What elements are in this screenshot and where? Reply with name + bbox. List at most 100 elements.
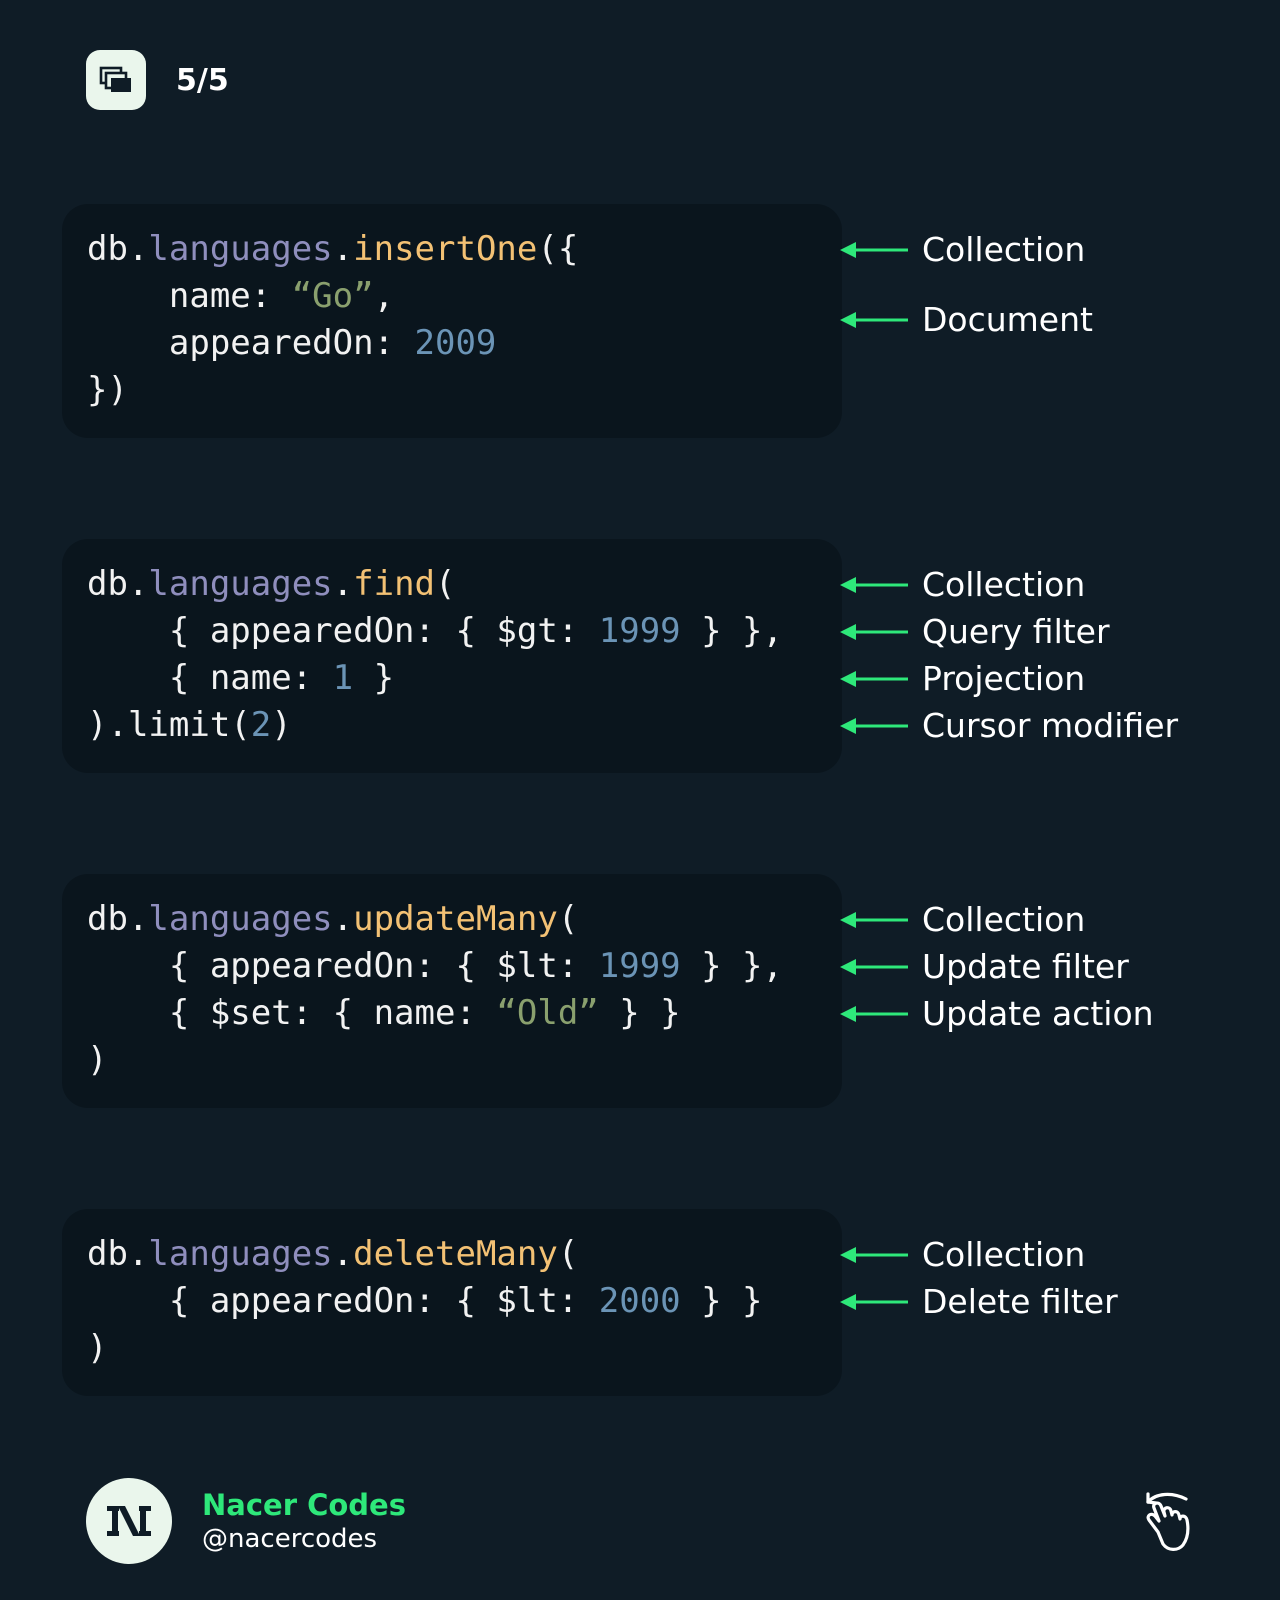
code-token: 1 bbox=[332, 658, 354, 698]
code-line: db.languages.updateMany( bbox=[87, 896, 783, 943]
annotation-label: Collection bbox=[922, 1235, 1086, 1274]
annotation: Collection bbox=[840, 1231, 1085, 1278]
code-token: } }, bbox=[680, 946, 783, 986]
arrow-left-icon bbox=[840, 623, 908, 640]
code-line: { appearedOn: { $lt: 2000 } } bbox=[87, 1278, 763, 1325]
code-token: 1999 bbox=[598, 946, 681, 986]
annotation-label: Delete filter bbox=[922, 1282, 1118, 1321]
code-token: . bbox=[332, 564, 354, 604]
annotation: Collection bbox=[840, 561, 1085, 608]
arrow-left-icon bbox=[840, 670, 908, 687]
code-token: } }, bbox=[680, 611, 783, 651]
code-line: db.languages.deleteMany( bbox=[87, 1231, 763, 1278]
code-token: deleteMany bbox=[353, 1234, 558, 1274]
code-token: languages bbox=[148, 564, 333, 604]
annotation: Collection bbox=[840, 896, 1085, 943]
code-line: ).limit(2) bbox=[87, 702, 783, 749]
annotation: Query filter bbox=[840, 608, 1110, 655]
code-token: ( bbox=[557, 899, 579, 939]
code-token: insertOne bbox=[353, 229, 538, 269]
code-line: { appearedOn: { $lt: 1999 } }, bbox=[87, 943, 783, 990]
annotation: Cursor modifier bbox=[840, 702, 1178, 749]
code-token: } bbox=[353, 658, 395, 698]
code-token: 2 bbox=[250, 705, 272, 745]
code-block: db.languages.find( { appearedOn: { $gt: … bbox=[62, 539, 842, 773]
header: 5/5 bbox=[86, 50, 229, 110]
arrow-left-icon bbox=[840, 958, 908, 975]
code-token: find bbox=[353, 564, 436, 604]
arrow-left-icon bbox=[840, 311, 908, 328]
code-text: db.languages.insertOne({ name: “Go”, app… bbox=[87, 226, 578, 414]
annotation-label: Collection bbox=[922, 230, 1086, 269]
code-token: db. bbox=[87, 1234, 149, 1274]
code-token: { appearedOn: { $lt: bbox=[87, 946, 599, 986]
code-block: db.languages.insertOne({ name: “Go”, app… bbox=[62, 204, 842, 438]
code-line: { name: 1 } bbox=[87, 655, 783, 702]
annotation: Update action bbox=[840, 990, 1154, 1037]
code-token: . bbox=[332, 229, 354, 269]
code-token: languages bbox=[148, 899, 333, 939]
code-block: db.languages.deleteMany( { appearedOn: {… bbox=[62, 1209, 842, 1396]
code-token: ) bbox=[87, 1328, 108, 1368]
swipe-hand-icon[interactable] bbox=[1132, 1488, 1202, 1558]
arrow-left-icon bbox=[840, 1246, 908, 1263]
code-token: ({ bbox=[537, 229, 579, 269]
annotation: Update filter bbox=[840, 943, 1129, 990]
annotation-label: Update filter bbox=[922, 947, 1129, 986]
code-token: } } bbox=[598, 993, 681, 1033]
annotation-label: Query filter bbox=[922, 612, 1110, 651]
code-line: name: “Go”, bbox=[87, 273, 578, 320]
code-token: ( bbox=[557, 1234, 579, 1274]
code-text: db.languages.find( { appearedOn: { $gt: … bbox=[87, 561, 783, 749]
arrow-left-icon bbox=[840, 717, 908, 734]
code-line: { appearedOn: { $gt: 1999 } }, bbox=[87, 608, 783, 655]
code-token: ( bbox=[435, 564, 456, 604]
page-counter: 5/5 bbox=[176, 62, 229, 98]
annotation: Collection bbox=[840, 226, 1085, 273]
code-token: db. bbox=[87, 899, 149, 939]
code-token: 1999 bbox=[598, 611, 681, 651]
annotation-label: Projection bbox=[922, 659, 1086, 698]
code-line: }) bbox=[87, 367, 578, 414]
annotation: Document bbox=[840, 296, 1093, 343]
code-token: ) bbox=[87, 1040, 108, 1080]
code-text: db.languages.updateMany( { appearedOn: {… bbox=[87, 896, 783, 1084]
code-token: , bbox=[373, 276, 395, 316]
avatar bbox=[86, 1478, 172, 1564]
code-token: updateMany bbox=[353, 899, 558, 939]
code-token: . bbox=[332, 899, 354, 939]
code-token: { appearedOn: { $lt: bbox=[87, 1281, 599, 1321]
code-token: 2000 bbox=[598, 1281, 681, 1321]
code-token: appearedOn: bbox=[87, 323, 415, 363]
code-line: ) bbox=[87, 1325, 763, 1372]
code-token: }) bbox=[87, 370, 128, 410]
annotation-label: Collection bbox=[922, 565, 1086, 604]
code-text: db.languages.deleteMany( { appearedOn: {… bbox=[87, 1231, 763, 1372]
code-token: { appearedOn: { $gt: bbox=[87, 611, 599, 651]
code-token: db. bbox=[87, 564, 149, 604]
code-token: languages bbox=[148, 229, 333, 269]
code-token: ).limit( bbox=[87, 705, 251, 745]
code-token: “Go” bbox=[291, 276, 374, 316]
nacer-codes-logo bbox=[107, 1506, 151, 1536]
author-name: Nacer Codes bbox=[202, 1488, 406, 1522]
code-token: ) bbox=[271, 705, 292, 745]
arrow-left-icon bbox=[840, 241, 908, 258]
code-token: name: bbox=[87, 276, 292, 316]
code-line: appearedOn: 2009 bbox=[87, 320, 578, 367]
code-block: db.languages.updateMany( { appearedOn: {… bbox=[62, 874, 842, 1108]
code-token: { $set: { name: bbox=[87, 993, 497, 1033]
code-token: 2009 bbox=[414, 323, 497, 363]
code-line: ) bbox=[87, 1037, 783, 1084]
code-token: { name: bbox=[87, 658, 333, 698]
arrow-left-icon bbox=[840, 1293, 908, 1310]
annotation: Delete filter bbox=[840, 1278, 1118, 1325]
code-token: languages bbox=[148, 1234, 333, 1274]
annotation: Projection bbox=[840, 655, 1085, 702]
code-line: { $set: { name: “Old” } } bbox=[87, 990, 783, 1037]
annotation-label: Update action bbox=[922, 994, 1154, 1033]
annotation-label: Cursor modifier bbox=[922, 706, 1179, 745]
annotation-label: Collection bbox=[922, 900, 1086, 939]
code-token: . bbox=[332, 1234, 354, 1274]
code-token: db. bbox=[87, 229, 149, 269]
